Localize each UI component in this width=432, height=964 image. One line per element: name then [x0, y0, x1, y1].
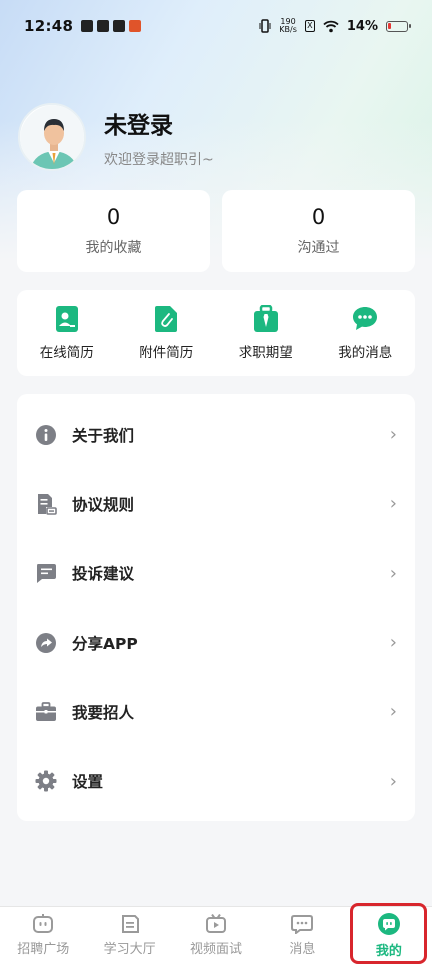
profile-text: 未登录 欢迎登录超职引~ — [104, 106, 214, 169]
status-right: 190 KB/s X 14% — [259, 18, 411, 34]
share-icon — [36, 632, 56, 653]
user-avatar-icon — [20, 105, 84, 169]
menu-item-label: 投诉建议 — [72, 565, 135, 584]
network-speed: 190 KB/s — [279, 18, 297, 34]
notification-app-icon — [97, 20, 110, 32]
quick-job-expectation[interactable]: 求职期望 — [216, 290, 316, 376]
chevron-right-icon: › — [389, 562, 397, 584]
settings-menu: 关于我们 › 协议规则 › 投诉建议 › 分享APP › 我要招人 › 设置 › — [17, 394, 415, 821]
book-icon — [121, 915, 139, 933]
briefcase-tie-icon — [253, 305, 278, 332]
stat-label: 我的收藏 — [85, 240, 142, 256]
tv-icon — [206, 914, 227, 933]
nav-label: 我的 — [375, 944, 402, 959]
quick-my-messages[interactable]: 我的消息 — [316, 290, 416, 376]
menu-item-recruit[interactable]: 我要招人 › — [17, 677, 415, 746]
nav-label: 学习大厅 — [103, 942, 156, 957]
menu-item-label: 关于我们 — [72, 426, 135, 445]
wifi-icon — [323, 20, 339, 32]
stat-card-contacted[interactable]: 0 沟通过 — [222, 190, 415, 272]
menu-item-about[interactable]: 关于我们 › — [17, 400, 415, 469]
message-icon — [37, 564, 56, 584]
attachment-icon — [155, 306, 178, 332]
vibrate-icon — [259, 19, 271, 33]
stats-row: 0 我的收藏 0 沟通过 — [17, 190, 415, 272]
chevron-right-icon: › — [389, 632, 397, 654]
menu-item-label: 协议规则 — [72, 495, 135, 514]
menu-item-share-app[interactable]: 分享APP › — [17, 608, 415, 677]
nav-label: 视频面试 — [190, 942, 243, 957]
chevron-right-icon: › — [389, 493, 397, 515]
nav-label: 消息 — [289, 942, 316, 957]
quick-label: 附件简历 — [139, 345, 194, 361]
profile-bubble-icon — [377, 913, 400, 935]
status-bar: 12:48 190 KB/s X 14% — [0, 0, 432, 52]
quick-label: 求职期望 — [238, 345, 293, 361]
menu-item-agreements[interactable]: 协议规则 › — [17, 469, 415, 538]
quick-actions: 在线简历 附件简历 求职期望 我的消息 — [17, 290, 415, 376]
notification-app-icon — [113, 20, 126, 32]
username[interactable]: 未登录 — [104, 106, 214, 140]
stat-value: 0 — [106, 205, 121, 229]
document-icon — [38, 493, 57, 515]
nav-tab-mine[interactable]: 我的 — [346, 907, 432, 964]
bottom-nav: 招聘广场 学习大厅 视频面试 消息 我的 — [0, 906, 432, 964]
notification-app-icon — [81, 20, 94, 32]
chevron-right-icon: › — [389, 424, 397, 446]
stat-card-favorites[interactable]: 0 我的收藏 — [17, 190, 210, 272]
nav-label: 招聘广场 — [17, 942, 70, 957]
speed-unit: KB/s — [279, 25, 297, 34]
chat-icon — [353, 307, 378, 330]
quick-label: 我的消息 — [338, 345, 393, 361]
quick-online-resume[interactable]: 在线简历 — [17, 290, 117, 376]
nav-tab-messages[interactable]: 消息 — [259, 907, 345, 964]
notification-app-icon — [129, 20, 142, 32]
avatar[interactable] — [18, 103, 86, 171]
nav-tab-recruitment[interactable]: 招聘广场 — [0, 907, 86, 964]
chat-bubble-icon — [291, 915, 314, 934]
nav-tab-video-interview[interactable]: 视频面试 — [173, 907, 259, 964]
menu-item-feedback[interactable]: 投诉建议 › — [17, 539, 415, 608]
chevron-right-icon: › — [389, 701, 397, 723]
gear-icon — [35, 770, 57, 792]
menu-item-label: 分享APP — [72, 634, 138, 653]
robot-icon — [33, 914, 54, 933]
menu-item-settings[interactable]: 设置 › — [17, 746, 415, 815]
stat-value: 0 — [311, 205, 326, 229]
chevron-right-icon: › — [389, 770, 397, 792]
quick-attachment-resume[interactable]: 附件简历 — [117, 290, 217, 376]
stat-label: 沟通过 — [297, 240, 340, 256]
status-notification-icons — [81, 20, 142, 32]
profile-header[interactable]: 未登录 欢迎登录超职引~ — [18, 103, 214, 171]
resume-icon — [55, 306, 78, 332]
menu-item-label: 设置 — [72, 773, 104, 792]
menu-item-label: 我要招人 — [72, 703, 135, 722]
status-time: 12:48 — [24, 17, 74, 35]
welcome-text: 欢迎登录超职引~ — [104, 151, 214, 168]
battery-icon — [386, 20, 411, 32]
nav-tab-learning[interactable]: 学习大厅 — [86, 907, 172, 964]
battery-percent: 14% — [346, 18, 378, 34]
info-icon — [36, 424, 56, 445]
sim-icon: X — [304, 20, 315, 32]
quick-label: 在线简历 — [39, 345, 94, 361]
briefcase-icon — [36, 701, 56, 721]
